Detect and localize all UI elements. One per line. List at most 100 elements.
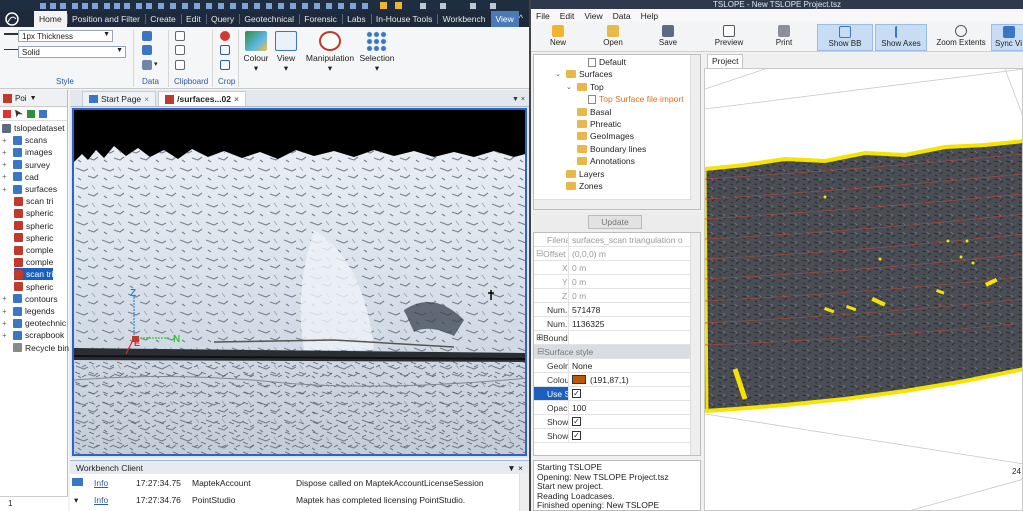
tab-view[interactable]: View — [490, 11, 519, 27]
log-scrollbar[interactable] — [519, 474, 529, 511]
tree-item[interactable]: + legends — [2, 305, 55, 317]
data-move-icon[interactable] — [142, 45, 152, 55]
tab-position-and-filter[interactable]: Position and Filter — [67, 11, 145, 27]
menu-help[interactable]: Help — [641, 11, 658, 21]
tab-in-house-tools[interactable]: In-House Tools — [371, 11, 438, 27]
property-row[interactable]: Geolma None — [534, 359, 690, 373]
cut-icon[interactable] — [175, 60, 185, 70]
tab-forensic[interactable]: Forensic — [299, 11, 342, 27]
tree-item[interactable]: + scans — [2, 134, 47, 146]
tab-surface-view[interactable]: /surfaces...02 × — [158, 91, 246, 106]
menu-file[interactable]: File — [536, 11, 550, 21]
colour-button[interactable]: Colour ▾ — [242, 31, 270, 74]
update-button[interactable]: Update — [588, 215, 642, 229]
expand-icon[interactable]: ⌄ — [566, 83, 574, 91]
tree-item[interactable]: spheric — [14, 232, 53, 244]
expand-icon[interactable]: + — [2, 172, 10, 181]
tree-item[interactable]: + contours — [2, 293, 58, 305]
property-row[interactable]: Show cc✓ — [534, 429, 690, 443]
tab-workbench[interactable]: Workbench — [438, 11, 491, 27]
checkbox[interactable]: ✓ — [572, 417, 581, 426]
expand-icon[interactable]: + — [2, 148, 10, 157]
view-menu-icon[interactable]: ▼ × — [512, 96, 529, 106]
tree-item[interactable]: spheric — [14, 281, 53, 293]
data-arrow-icon[interactable] — [142, 31, 152, 41]
crop-icon[interactable] — [220, 45, 230, 55]
property-row[interactable]: Colour (191,87,1) — [534, 373, 690, 387]
log-level[interactable]: Info — [94, 495, 136, 505]
manipulation-button[interactable]: Manipulation ▾ — [304, 31, 356, 74]
3d-surface-view[interactable]: Z N E — [72, 108, 527, 456]
project-tree-item[interactable]: Annotations — [566, 155, 635, 167]
pointer-icon[interactable] — [15, 109, 23, 118]
project-render[interactable]: 24 — [705, 69, 1023, 511]
expand-icon[interactable]: + — [2, 319, 10, 328]
expand-icon[interactable]: ⊞ — [536, 332, 543, 343]
save-button[interactable]: Save — [653, 24, 683, 51]
project-tree-item[interactable]: Default — [577, 56, 626, 68]
preview-button[interactable]: Preview — [711, 24, 747, 51]
project-tree-item[interactable]: Phreatic — [566, 118, 621, 130]
show-bb-button[interactable]: Show BB — [817, 24, 873, 51]
colour-swatch[interactable] — [572, 375, 586, 384]
tab-project[interactable]: Project — [707, 54, 744, 68]
property-row[interactable]: ⊞ Boundir — [534, 331, 690, 345]
property-row[interactable]: Opacity100 — [534, 401, 690, 415]
expand-icon[interactable]: + — [2, 160, 10, 169]
project-tree-item[interactable]: Boundary lines — [566, 143, 646, 155]
tree-item[interactable]: + images — [2, 146, 52, 158]
explorer-menu-icon[interactable]: ▼ — [30, 95, 37, 102]
project-tree-item[interactable]: GeoImages — [566, 130, 634, 142]
tree-item[interactable]: + geotechnic — [2, 317, 66, 329]
expand-icon[interactable]: + — [2, 294, 10, 303]
menu-view[interactable]: View — [584, 11, 602, 21]
expand-icon[interactable]: + — [2, 136, 10, 145]
explorer-tab-label[interactable]: Poi — [15, 94, 27, 103]
close-icon[interactable]: × — [234, 94, 239, 104]
property-row[interactable]: Show su✓ — [534, 415, 690, 429]
tree-item[interactable]: + surfaces — [2, 183, 57, 195]
log-level[interactable]: Info — [94, 478, 136, 488]
tree-item[interactable]: comple — [14, 244, 53, 256]
database-icon[interactable] — [142, 60, 152, 70]
expand-icon[interactable]: + — [2, 307, 10, 316]
tree-item[interactable]: Recycle bin — [2, 342, 69, 354]
surface-render[interactable]: Z N E — [74, 110, 527, 456]
tree-item[interactable]: + scrapbook — [2, 329, 64, 341]
property-row[interactable]: Y 0 m — [534, 275, 690, 289]
tree-item[interactable]: + survey — [2, 159, 50, 171]
property-row[interactable]: Use Sca ✓ — [534, 387, 690, 401]
project-tree-item[interactable]: Zones — [555, 180, 603, 192]
link-icon[interactable] — [39, 109, 47, 118]
tree-item[interactable]: tslopedataset — [2, 122, 65, 134]
app-logo-icon[interactable] — [0, 11, 34, 27]
tree-item[interactable]: spheric — [14, 207, 53, 219]
tab-edit[interactable]: Edit — [181, 11, 206, 27]
panel-controls-icon[interactable]: ▼ × — [507, 463, 523, 473]
tab-geotechnical[interactable]: Geotechnical — [239, 11, 299, 27]
crop-select-icon[interactable] — [220, 60, 230, 70]
tab-home[interactable]: Home — [34, 11, 67, 27]
expand-icon[interactable]: + — [2, 185, 10, 194]
paste-icon[interactable] — [175, 31, 185, 41]
collapse-icon[interactable]: ⊟ — [534, 346, 544, 357]
project-tree-item[interactable]: ⌄ Top — [566, 81, 604, 93]
3d-project-view[interactable]: 24 — [704, 68, 1023, 511]
tree-item[interactable]: + cad — [2, 171, 39, 183]
zoom-extents-button[interactable]: Zoom Extents — [931, 24, 991, 51]
close-icon[interactable]: × — [144, 94, 149, 104]
selection-button[interactable]: Selection ▾ — [358, 31, 396, 74]
sync-view-button[interactable]: Sync Vi — [991, 24, 1023, 51]
checkbox[interactable]: ✓ — [572, 431, 581, 440]
property-row[interactable]: Filenam surfaces_scan triangulation o — [534, 233, 690, 247]
copy-icon[interactable] — [175, 45, 185, 55]
tree-item[interactable]: scan tri — [14, 195, 53, 207]
filter-icon[interactable] — [3, 109, 11, 118]
view-button[interactable]: View ▾ — [274, 31, 298, 74]
new-button[interactable]: New — [543, 24, 573, 51]
tab-start-page[interactable]: Start Page × — [82, 91, 157, 106]
property-row[interactable]: X 0 m — [534, 261, 690, 275]
project-tree-item[interactable]: Layers — [555, 168, 605, 180]
tree-item[interactable]: spheric — [14, 220, 53, 232]
collapse-ribbon-icon[interactable]: ^ — [519, 11, 529, 27]
